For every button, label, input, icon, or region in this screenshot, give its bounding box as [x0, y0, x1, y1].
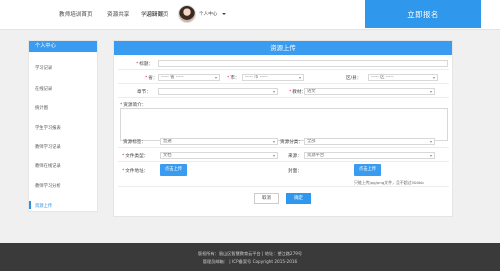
filetype-select[interactable]: 文档: [160, 152, 278, 159]
sidebar-item-resource-upload[interactable]: 资源上传: [28, 201, 52, 209]
city-label: *市：: [227, 76, 240, 81]
divider: [118, 147, 449, 148]
district-select[interactable]: ----- 区 -----: [368, 74, 438, 81]
chapter-label: 章节：: [137, 90, 151, 95]
resource-upload-panel: 资源上传 *标题： *省： ----- 省 ----- *市： ----- 市 …: [113, 40, 453, 217]
nav-teacher-training-home[interactable]: 教师培训首页: [59, 10, 93, 18]
sidebar-item-statistics[interactable]: 统计图: [35, 105, 48, 111]
province-select[interactable]: ----- 省 -----: [158, 74, 220, 81]
province-label: *省：: [145, 76, 158, 81]
category-label: 资源分类：: [280, 140, 303, 145]
chevron-down-icon: [430, 90, 432, 93]
divider: [118, 97, 449, 98]
chapter-select[interactable]: [158, 88, 278, 95]
sidebar-item-study-record[interactable]: 学习记录: [35, 65, 52, 71]
tag-select[interactable]: 普通: [160, 138, 278, 145]
category-value: 全部: [307, 139, 316, 144]
chevron-down-icon: [433, 76, 435, 79]
file-upload-button[interactable]: 点击上传: [160, 164, 187, 176]
chevron-down-icon: [215, 76, 217, 79]
filetype-label: *文件类型：: [122, 154, 149, 159]
divider: [118, 161, 449, 162]
district-label: 区/县：: [346, 76, 362, 81]
source-select[interactable]: 资源平台: [304, 152, 435, 159]
nav-resource-share[interactable]: 资源共享: [107, 10, 129, 18]
panel-title: 资源上传: [114, 41, 452, 55]
cover-upload-button[interactable]: 点击上传: [354, 164, 381, 176]
confirm-button[interactable]: 确定: [286, 193, 311, 204]
divider: [118, 69, 449, 70]
divider: [118, 186, 449, 187]
sidebar-item-student-report[interactable]: 学生学习报表: [35, 125, 61, 131]
sidebar-title: 个人中心: [29, 41, 97, 52]
category-select[interactable]: 全部: [304, 138, 435, 145]
footer: 版权所有：眉山区智慧教育云平台 | 地址：望江路279号 管理员邮箱： | IC…: [0, 243, 500, 271]
chevron-down-icon: [299, 76, 301, 79]
sidebar-item-online-record[interactable]: 在线记录: [35, 86, 52, 92]
chevron-down-icon[interactable]: [222, 13, 226, 15]
filetype-value: 文档: [163, 153, 172, 158]
signup-button[interactable]: 立即报名: [365, 0, 481, 28]
chevron-down-icon: [273, 90, 275, 93]
source-label: 来源：: [288, 154, 302, 159]
chevron-down-icon: [273, 140, 275, 143]
district-value: ----- 区 -----: [371, 75, 394, 80]
fileaddr-label-text: 文件地址：: [125, 169, 149, 174]
tag-value: 普通: [163, 139, 172, 144]
cancel-button[interactable]: 取消: [254, 193, 279, 204]
fileaddr-label: *文件地址：: [122, 169, 149, 174]
cover-label: 封面：: [288, 169, 302, 174]
nav-back-home[interactable]: 返回首页: [146, 10, 168, 18]
sidebar-item-teacher-study-analysis[interactable]: 教师学习分析: [35, 183, 61, 189]
title-label-text: 标题：: [139, 62, 154, 67]
textbook-value: 语文: [307, 89, 316, 94]
intro-textarea[interactable]: [120, 108, 448, 141]
province-value: ----- 省 -----: [161, 75, 184, 80]
divider: [118, 83, 449, 84]
city-value: ----- 市 -----: [245, 75, 268, 80]
province-label-text: 省：: [148, 76, 158, 81]
footer-contact: 管理员邮箱： | ICP备案号 Copyright 2015-2016: [202, 259, 298, 264]
sidebar-item-teacher-study-record[interactable]: 教师学习记录: [35, 144, 61, 150]
sidebar: 个人中心 学习记录 在线记录 统计图 学生学习报表 教师学习记录 教师在线记录 …: [28, 40, 98, 212]
city-label-text: 市：: [230, 76, 240, 81]
chevron-down-icon: [430, 154, 432, 157]
textbook-select[interactable]: 语文: [304, 88, 435, 95]
chevron-down-icon: [430, 140, 432, 143]
chevron-down-icon: [273, 154, 275, 157]
top-navbar: 教师培训首页 资源共享 学习计划 返回首页 个人中心 立即报名: [0, 0, 500, 30]
title-label: *标题：: [136, 62, 154, 67]
tag-label: 资源标签：: [123, 140, 146, 145]
city-select[interactable]: ----- 市 -----: [242, 74, 304, 81]
user-avatar[interactable]: [178, 5, 196, 23]
title-input[interactable]: [158, 60, 448, 67]
source-value: 资源平台: [307, 153, 325, 158]
footer-copyright: 版权所有：眉山区智慧教育云平台 | 地址：望江路279号: [197, 251, 303, 256]
user-center-menu[interactable]: 个人中心: [199, 11, 217, 17]
filetype-label-text: 文件类型：: [125, 154, 149, 159]
sidebar-item-teacher-online-record[interactable]: 教师在线记录: [35, 163, 61, 169]
